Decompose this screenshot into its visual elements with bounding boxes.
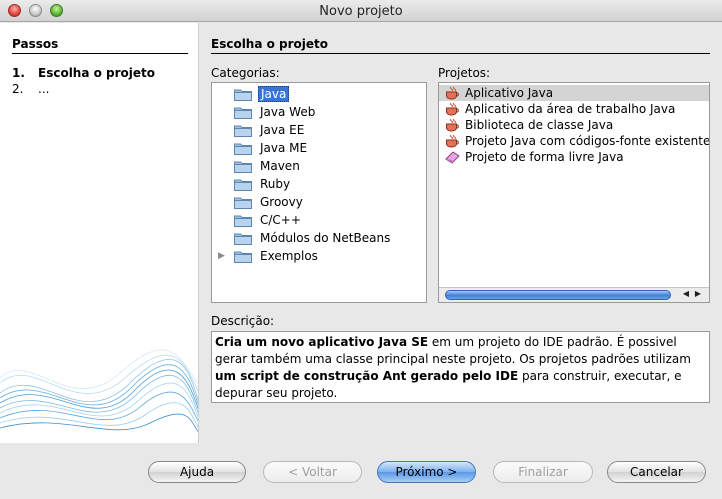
step-label: ... (38, 82, 50, 96)
category-label: C/C++ (260, 213, 301, 227)
category-label: Java Web (260, 105, 316, 119)
freeform-project-icon (445, 151, 460, 164)
description-bold-text: Cria um novo aplicativo Java SE (215, 335, 429, 349)
title-bar: Novo projeto (0, 0, 722, 22)
category-label: Java EE (260, 123, 305, 137)
category-label: Maven (260, 159, 300, 173)
steps-heading: Passos (12, 37, 59, 51)
description-bold-text: um script de construção Ant gerado pelo … (215, 369, 519, 383)
step-number: 2. (12, 82, 24, 96)
category-item-java[interactable]: Java (212, 85, 426, 103)
category-item-examples[interactable]: ▶ Exemplos (212, 247, 426, 265)
expand-triangle-icon[interactable]: ▶ (218, 247, 225, 265)
project-label: Aplicativo Java (465, 86, 554, 100)
category-item-netbeans-modules[interactable]: Módulos do NetBeans (212, 229, 426, 247)
page-title: Escolha o projeto (211, 37, 329, 51)
step-item: 1. Escolha o projeto (12, 65, 155, 81)
project-item-desktop-application[interactable]: Aplicativo da área de trabalho Java (439, 101, 709, 117)
category-item-java-me[interactable]: Java ME (212, 139, 426, 157)
description-label: Descrição: (211, 314, 275, 328)
folder-icon (234, 233, 252, 245)
title-divider (211, 53, 710, 54)
steps-list: 1. Escolha o projeto 2.... (12, 65, 155, 97)
project-label: Biblioteca de classe Java (465, 118, 614, 132)
project-label: Aplicativo da área de trabalho Java (465, 102, 676, 116)
folder-icon (234, 215, 252, 227)
project-item-freeform[interactable]: Projeto de forma livre Java (439, 149, 709, 165)
java-cup-icon (446, 86, 459, 100)
category-label: Groovy (260, 195, 303, 209)
folder-icon (234, 125, 252, 137)
decorative-waves-image (0, 349, 198, 433)
category-label: Java (258, 86, 290, 102)
categories-tree[interactable]: Java Java Web Java EE Java ME Maven Ruby… (211, 82, 427, 303)
category-label: Ruby (260, 177, 291, 191)
category-label: Módulos do NetBeans (260, 231, 391, 245)
projects-label: Projetos: (438, 66, 491, 80)
folder-icon (234, 161, 252, 173)
folder-icon (234, 197, 252, 209)
scroll-left-arrow-icon[interactable]: ◀ (683, 289, 689, 298)
step-number: 1. (12, 66, 25, 80)
folder-icon (234, 251, 252, 263)
category-label: Exemplos (260, 249, 318, 263)
project-item-existing-sources[interactable]: Projeto Java com códigos-fonte existente… (439, 133, 709, 149)
steps-panel: Passos 1. Escolha o projeto 2.... (0, 23, 199, 443)
step-label: Escolha o projeto (38, 66, 156, 80)
folder-icon (234, 143, 252, 155)
window-title: Novo projeto (319, 4, 403, 19)
folder-icon (234, 179, 252, 191)
folder-icon (234, 89, 252, 101)
folder-icon (234, 107, 252, 119)
back-button[interactable]: < Voltar (263, 461, 362, 483)
project-label: Projeto Java com códigos-fonte existente… (465, 134, 710, 148)
java-cup-icon (446, 134, 459, 148)
project-label: Projeto de forma livre Java (465, 150, 624, 164)
java-cup-icon (446, 118, 459, 132)
projects-horizontal-scrollbar[interactable]: ◀ ▶ (439, 287, 709, 302)
steps-divider (12, 53, 188, 54)
project-item-java-application[interactable]: Aplicativo Java (439, 85, 709, 101)
step-item: 2.... (12, 81, 155, 97)
scrollbar-thumb[interactable] (445, 290, 671, 300)
projects-list[interactable]: Aplicativo Java Aplicativo da área de tr… (438, 82, 710, 303)
category-item-java-ee[interactable]: Java EE (212, 121, 426, 139)
category-item-maven[interactable]: Maven (212, 157, 426, 175)
help-button[interactable]: Ajuda (148, 461, 246, 483)
cancel-button[interactable]: Cancelar (607, 461, 706, 483)
scroll-right-arrow-icon[interactable]: ▶ (695, 289, 701, 298)
category-item-groovy[interactable]: Groovy (212, 193, 426, 211)
category-item-ruby[interactable]: Ruby (212, 175, 426, 193)
category-item-c-cpp[interactable]: C/C++ (212, 211, 426, 229)
finish-button[interactable]: Finalizar (493, 461, 593, 483)
next-button[interactable]: Próximo > (377, 461, 476, 483)
description-text: Cria um novo aplicativo Java SE em um pr… (211, 331, 710, 403)
category-label: Java ME (260, 141, 308, 155)
categories-label: Categorias: (211, 66, 280, 80)
category-item-java-web[interactable]: Java Web (212, 103, 426, 121)
project-item-class-library[interactable]: Biblioteca de classe Java (439, 117, 709, 133)
java-cup-icon (446, 102, 459, 116)
